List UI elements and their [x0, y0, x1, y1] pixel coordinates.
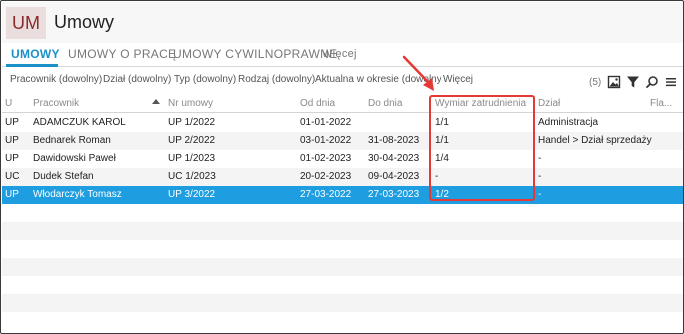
cell-pracownik: Włodarczyk Tomasz	[33, 189, 122, 200]
cell-od-dnia: 01-02-2023	[300, 153, 352, 164]
cell-od-dnia: 01-01-2022	[300, 117, 352, 128]
cell-pracownik: Dawidowski Paweł	[33, 153, 116, 164]
col-header-type[interactable]: U	[5, 98, 12, 109]
annotation-arrow-icon	[402, 55, 434, 91]
cell-od-dnia: 20-02-2023	[300, 171, 352, 182]
col-header-pracownik[interactable]: Pracownik	[33, 98, 79, 109]
table-row[interactable]: UP Dawidowski Paweł UP 1/2023 01-02-2023…	[2, 150, 683, 168]
tab-bar: UMOWY UMOWY O PRACĘ UMOWY CYWILNOPRAWNE …	[2, 43, 683, 67]
empty-row	[2, 294, 683, 312]
col-header-flag[interactable]: Fla...	[650, 98, 672, 109]
cell-do-dnia: 27-03-2023	[368, 189, 420, 200]
cell-type: UP	[5, 153, 19, 164]
cell-dzial: Handel > Dział sprzedaży	[538, 135, 652, 146]
table-header: U Pracownik Nr umowy Od dnia Do dnia Wym…	[2, 94, 683, 113]
empty-row	[2, 258, 683, 276]
menu-icon[interactable]	[664, 75, 678, 89]
search-icon[interactable]	[645, 75, 659, 89]
cell-nr-umowy: UP 3/2022	[168, 189, 216, 200]
filter-icon[interactable]	[626, 75, 640, 89]
filter-bar: Pracownik (dowolny) Dział (dowolny) Typ …	[2, 67, 683, 93]
col-header-od-dnia[interactable]: Od dnia	[300, 98, 335, 109]
filter-pracownik[interactable]: Pracownik (dowolny)	[10, 74, 102, 85]
cell-do-dnia: 09-04-2023	[368, 171, 420, 182]
cell-nr-umowy: UP 1/2022	[168, 117, 216, 128]
sort-up-icon	[152, 99, 160, 104]
empty-row	[2, 204, 683, 222]
table-row-selected[interactable]: UP Włodarczyk Tomasz UP 3/2022 27-03-202…	[2, 186, 683, 204]
empty-row	[2, 222, 683, 240]
cell-type: UP	[5, 189, 19, 200]
filter-rodzaj[interactable]: Rodzaj (dowolny)	[238, 74, 315, 85]
image-export-icon[interactable]	[607, 75, 621, 89]
cell-dzial: -	[538, 153, 542, 164]
cell-od-dnia: 03-01-2022	[300, 135, 352, 146]
cell-type: UC	[5, 171, 20, 182]
cell-do-dnia: 30-04-2023	[368, 153, 420, 164]
cell-type: UP	[5, 117, 19, 128]
cell-dzial: Administracja	[538, 117, 599, 128]
app-window: UM Umowy UMOWY UMOWY O PRACĘ UMOWY CYWIL…	[0, 0, 684, 334]
tab-more[interactable]: Więcej	[322, 48, 357, 60]
cell-pracownik: Bednarek Roman	[33, 135, 111, 146]
filter-dzial[interactable]: Dział (dowolny)	[103, 74, 171, 85]
tab-umowy-cywilnoprawne[interactable]: UMOWY CYWILNOPRAWNE	[173, 47, 337, 61]
empty-row	[2, 276, 683, 294]
app-header: UM Umowy	[2, 2, 683, 43]
cell-pracownik: Dudek Stefan	[33, 171, 94, 182]
cell-pracownik: ADAMCZUK KAROL	[33, 117, 126, 128]
col-header-dzial[interactable]: Dział	[538, 98, 560, 109]
table-row[interactable]: UP Bednarek Roman UP 2/2022 03-01-2022 3…	[2, 132, 683, 150]
cell-dzial: -	[538, 171, 542, 182]
page-title: Umowy	[54, 12, 115, 32]
empty-row	[2, 240, 683, 258]
filter-typ[interactable]: Typ (dowolny)	[174, 74, 236, 85]
col-header-nr-umowy[interactable]: Nr umowy	[168, 98, 213, 109]
tab-umowy[interactable]: UMOWY	[11, 47, 60, 61]
cell-nr-umowy: UC 1/2023	[168, 171, 216, 182]
table-row[interactable]: UC Dudek Stefan UC 1/2023 20-02-2023 09-…	[2, 168, 683, 186]
cell-nr-umowy: UP 1/2023	[168, 153, 216, 164]
table-row[interactable]: UP ADAMCZUK KAROL UP 1/2022 01-01-2022 1…	[2, 114, 683, 132]
cell-nr-umowy: UP 2/2022	[168, 135, 216, 146]
cell-dzial: -	[538, 189, 542, 200]
highlight-box	[429, 95, 535, 201]
record-count: (5)	[589, 77, 602, 88]
app-badge: UM	[6, 7, 46, 39]
cell-od-dnia: 27-03-2022	[300, 189, 352, 200]
cell-type: UP	[5, 135, 19, 146]
tab-umowy-o-prace[interactable]: UMOWY O PRACĘ	[68, 47, 176, 61]
cell-do-dnia: 31-08-2023	[368, 135, 420, 146]
empty-row	[2, 312, 683, 330]
